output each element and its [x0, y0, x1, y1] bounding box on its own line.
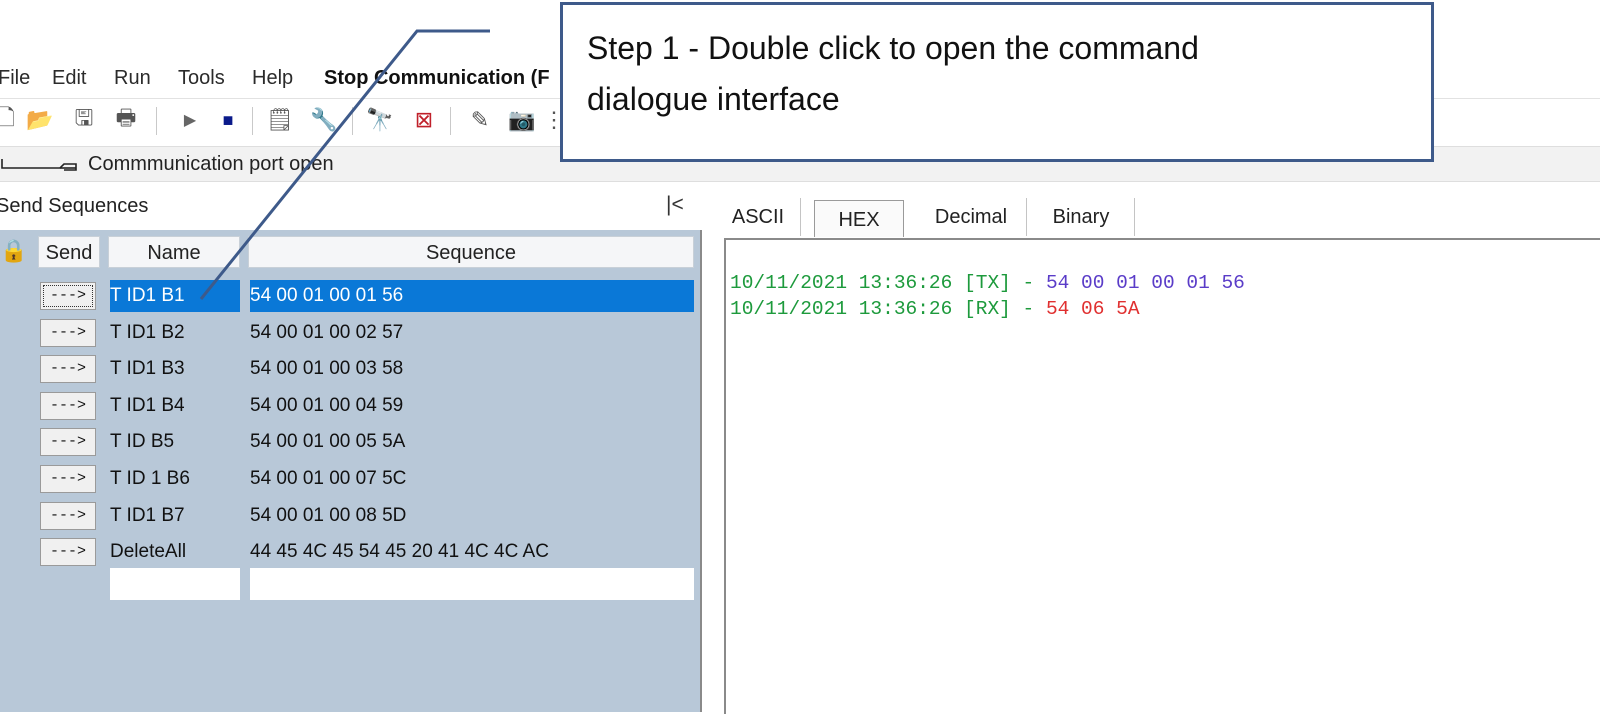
stop-icon[interactable]: ■ — [214, 105, 242, 135]
callout-line-2: dialogue interface — [587, 81, 840, 117]
terminal-output[interactable]: 10/11/2021 13:36:26 [TX] - 54 00 01 00 0… — [724, 238, 1600, 714]
row-sequence-cell[interactable]: 54 00 01 00 07 5C — [250, 463, 694, 495]
status-text: Commmunication port open — [88, 153, 334, 175]
send-row-button[interactable]: ---> — [40, 465, 96, 493]
log-bytes: 54 06 5A — [1045, 298, 1140, 320]
properties-icon[interactable]: 🗒 — [266, 105, 294, 135]
row-name-cell[interactable]: T ID1 B1 — [110, 280, 240, 312]
row-name-cell[interactable]: T ID1 B3 — [110, 353, 240, 385]
toolbar-separator — [156, 107, 157, 135]
toolbar-separator — [450, 107, 451, 135]
wrench-icon[interactable]: 🔧 — [310, 105, 338, 135]
menu-file[interactable]: File — [0, 62, 30, 94]
table-row[interactable]: ---> T ID1 B4 54 00 01 00 04 59 — [0, 388, 700, 422]
stop-communication-menu[interactable]: Stop Communication (F — [324, 62, 550, 94]
menu-tools[interactable]: Tools — [178, 62, 225, 94]
port-connector-icon — [1, 159, 77, 171]
open-folder-icon[interactable]: 📂 — [26, 105, 54, 135]
lock-icon[interactable]: 🔒 — [0, 238, 27, 264]
send-row-button[interactable]: ---> — [40, 355, 96, 384]
row-name-cell[interactable]: T ID1 B7 — [110, 500, 240, 532]
toolbar-separator — [252, 107, 253, 135]
row-sequence-cell[interactable]: 54 00 01 00 02 57 — [250, 317, 694, 349]
table-row[interactable]: ---> T ID1 B3 54 00 01 00 03 58 — [0, 351, 700, 385]
collapse-panel-button[interactable]: |< — [666, 188, 684, 222]
clear-icon[interactable]: ⊠ — [410, 105, 438, 135]
table-row[interactable]: ---> DeleteAll 44 45 4C 45 54 45 20 41 4C … — [0, 534, 700, 568]
play-icon[interactable]: ▶ — [176, 105, 204, 135]
log-line-rx: 10/11/2021 13:36:26 [RX] - 54 06 5A — [730, 298, 1140, 320]
menu-help[interactable]: Help — [252, 62, 293, 94]
log-bytes: 54 00 01 00 01 56 — [1045, 272, 1245, 294]
row-sequence-cell[interactable]: 54 00 01 00 05 5A — [250, 426, 694, 458]
send-row-button[interactable]: ---> — [40, 538, 96, 567]
tab-hex[interactable]: HEX — [814, 200, 904, 237]
log-prefix: 10/11/2021 13:36:26 [TX] - — [730, 272, 1046, 294]
binoculars-icon[interactable]: 🔭 — [366, 105, 394, 135]
camera-icon[interactable]: 📷 — [508, 105, 536, 135]
row-sequence-cell[interactable]: 54 00 01 00 04 59 — [250, 390, 694, 422]
send-row-button[interactable]: ---> — [40, 318, 96, 347]
log-line-tx: 10/11/2021 13:36:26 [TX] - 54 00 01 00 0… — [730, 272, 1245, 294]
tab-binary[interactable]: Binary — [1028, 198, 1135, 236]
callout-text: Step 1 - Double click to open the comman… — [587, 23, 1407, 125]
empty-sequence-cell[interactable] — [250, 568, 694, 600]
send-row-button[interactable]: ---> — [40, 428, 96, 457]
empty-name-cell[interactable] — [110, 568, 240, 600]
table-row[interactable]: ---> T ID1 B7 54 00 01 00 08 5D — [0, 498, 700, 532]
send-row-button[interactable]: ---> — [40, 391, 96, 420]
column-header-send[interactable]: Send — [38, 236, 100, 268]
send-row-button[interactable]: ---> — [40, 282, 96, 310]
send-row-button[interactable]: ---> — [40, 501, 96, 530]
callout-line-1: Step 1 - Double click to open the comman… — [587, 30, 1199, 66]
new-file-icon[interactable]: 🗋 — [0, 105, 20, 135]
row-sequence-cell[interactable]: 54 00 01 00 08 5D — [250, 500, 694, 532]
row-sequence-cell[interactable]: 54 00 01 00 03 58 — [250, 353, 694, 385]
row-name-cell[interactable]: T ID 1 B6 — [110, 463, 240, 495]
tab-ascii[interactable]: ASCII — [716, 198, 801, 236]
empty-row[interactable] — [0, 568, 700, 602]
column-header-name[interactable]: Name — [108, 236, 240, 268]
row-name-cell[interactable]: DeleteAll — [110, 536, 240, 568]
row-sequence-cell[interactable]: 54 00 01 00 01 56 — [250, 280, 694, 312]
save-icon[interactable]: 🖫 — [70, 105, 98, 135]
log-prefix: 10/11/2021 13:36:26 [RX] - — [730, 298, 1046, 320]
table-row[interactable]: ---> T ID B5 54 00 01 00 05 5A — [0, 424, 700, 458]
tab-decimal[interactable]: Decimal — [916, 198, 1027, 236]
menu-run[interactable]: Run — [114, 62, 151, 94]
panel-title: Send Sequences — [0, 195, 149, 217]
row-sequence-cell[interactable]: 44 45 4C 45 54 45 20 41 4C 4C AC — [250, 536, 694, 568]
instruction-callout: Step 1 - Double click to open the comman… — [560, 2, 1434, 162]
row-name-cell[interactable]: T ID B5 — [110, 426, 240, 458]
column-header-sequence[interactable]: Sequence — [248, 236, 694, 268]
print-icon[interactable]: 🖶 — [112, 105, 140, 135]
row-name-cell[interactable]: T ID1 B2 — [110, 317, 240, 349]
toolbar-separator — [352, 107, 353, 135]
send-sequences-panel: Send Sequences |< 🔒 Send Name Sequence -… — [0, 182, 702, 712]
table-row[interactable]: ---> T ID1 B1 54 00 01 00 01 56 — [0, 278, 700, 312]
edit-icon[interactable]: ✎ — [466, 105, 494, 135]
row-name-cell[interactable]: T ID1 B4 — [110, 390, 240, 422]
table-row[interactable]: ---> T ID1 B2 54 00 01 00 02 57 — [0, 315, 700, 349]
table-row[interactable]: ---> T ID 1 B6 54 00 01 00 07 5C — [0, 461, 700, 495]
sequence-grid: 🔒 Send Name Sequence ---> T ID1 B1 54 00 0… — [0, 230, 702, 712]
menu-edit[interactable]: Edit — [52, 62, 86, 94]
